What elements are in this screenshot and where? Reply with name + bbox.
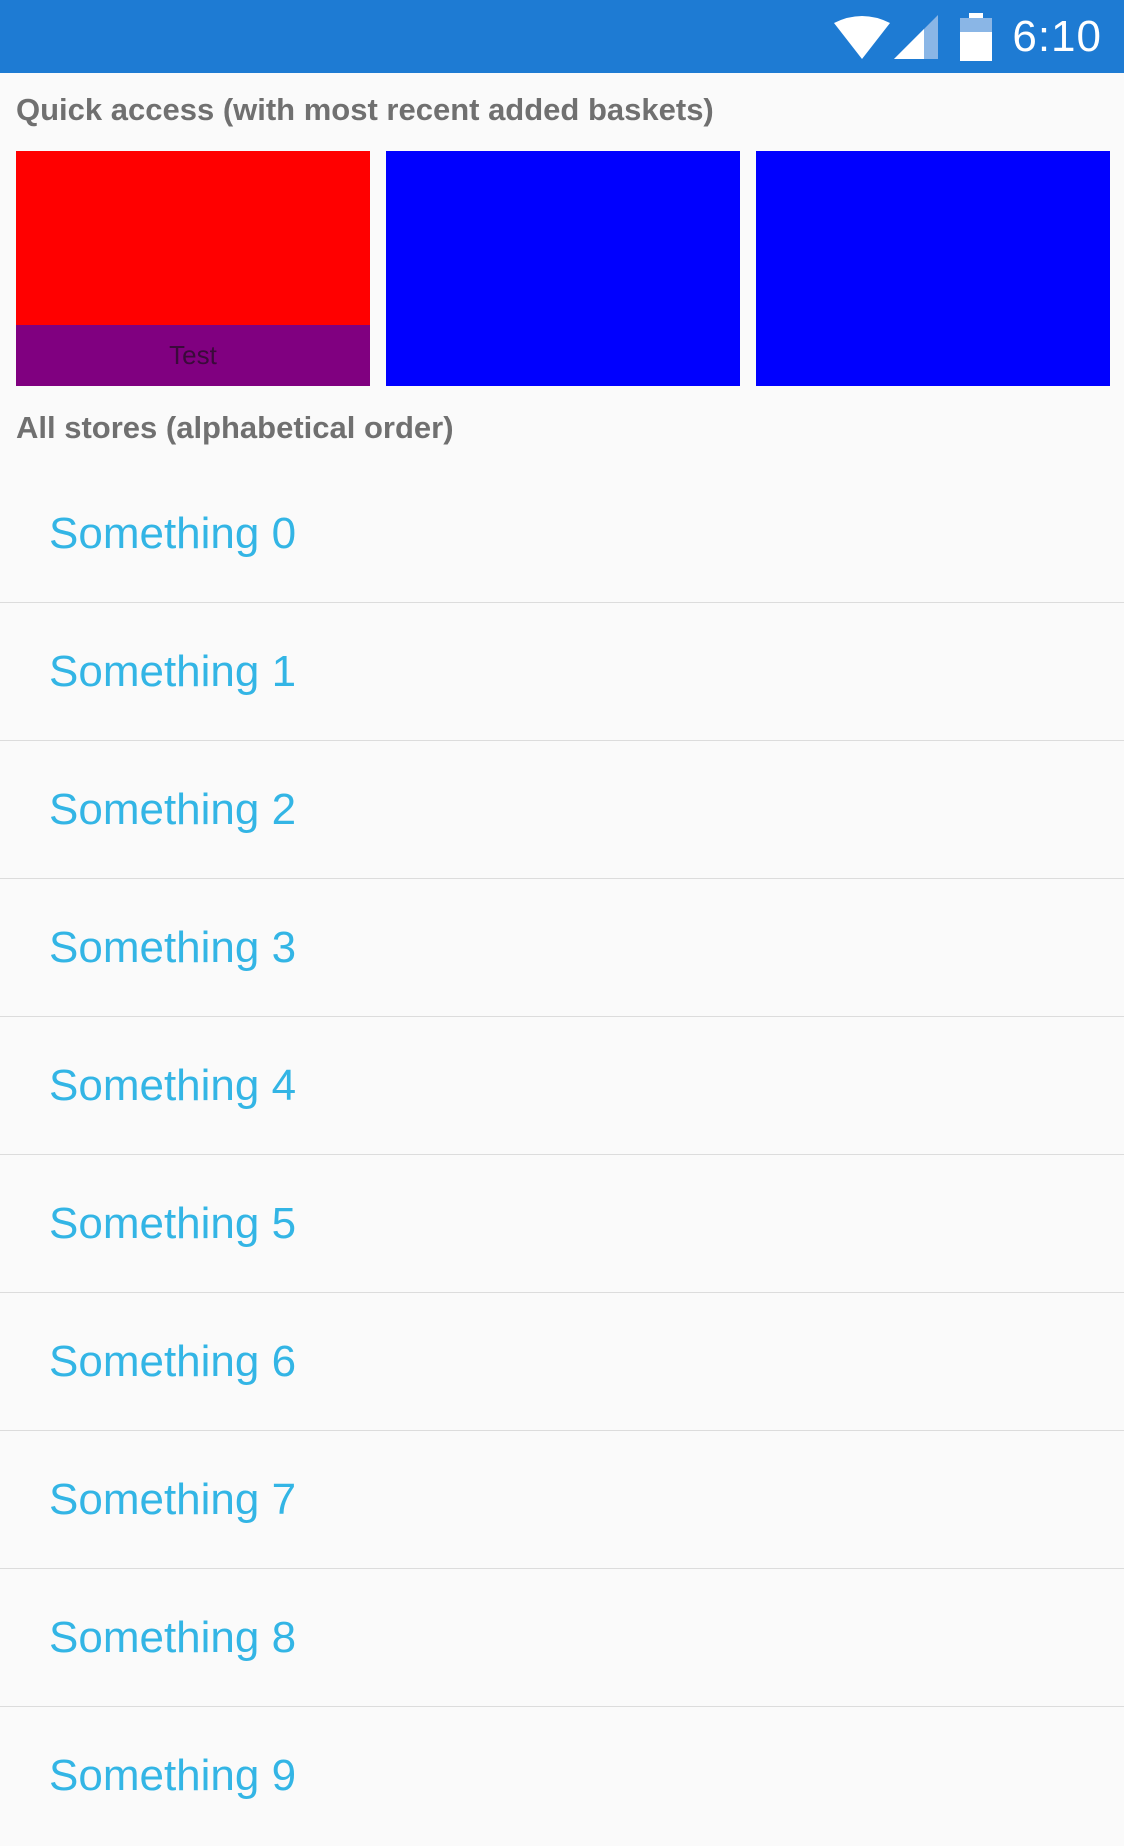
store-list-item[interactable]: Something 9 [0,1707,1124,1845]
store-label: Something 2 [49,785,297,834]
store-list-item[interactable]: Something 7 [0,1431,1124,1569]
store-label: Something 7 [49,1475,297,1524]
store-list: Something 0 Something 1 Something 2 Some… [0,465,1124,1845]
store-label: Something 1 [49,647,297,696]
store-label: Something 8 [49,1613,297,1662]
store-list-item[interactable]: Something 5 [0,1155,1124,1293]
store-list-item[interactable]: Something 0 [0,465,1124,603]
status-clock: 6:10 [1012,11,1102,61]
store-label: Something 3 [49,923,297,972]
store-list-item[interactable]: Something 4 [0,1017,1124,1155]
store-list-item[interactable]: Something 6 [0,1293,1124,1431]
status-bar: 6:10 [0,0,1124,73]
store-list-item[interactable]: Something 3 [0,879,1124,1017]
status-icons: 6:10 [834,0,1102,73]
store-label: Something 6 [49,1337,297,1386]
basket-tile[interactable]: Test [16,151,370,386]
basket-tile[interactable] [386,151,740,386]
quick-access-title: Quick access (with most recent added bas… [16,92,714,127]
store-label: Something 4 [49,1061,297,1110]
all-stores-title: All stores (alphabetical order) [16,410,454,445]
signal-icon [894,14,939,59]
store-label: Something 9 [49,1751,297,1800]
quick-access-tiles: Test [16,151,1110,386]
store-list-item[interactable]: Something 2 [0,741,1124,879]
store-label: Something 0 [49,509,297,558]
wifi-icon [834,15,891,59]
store-list-item[interactable]: Something 1 [0,603,1124,741]
battery-icon [960,12,993,61]
store-label: Something 5 [49,1199,297,1248]
basket-tile-caption: Test [16,325,370,386]
basket-tile[interactable] [756,151,1110,386]
store-list-item[interactable]: Something 8 [0,1569,1124,1707]
